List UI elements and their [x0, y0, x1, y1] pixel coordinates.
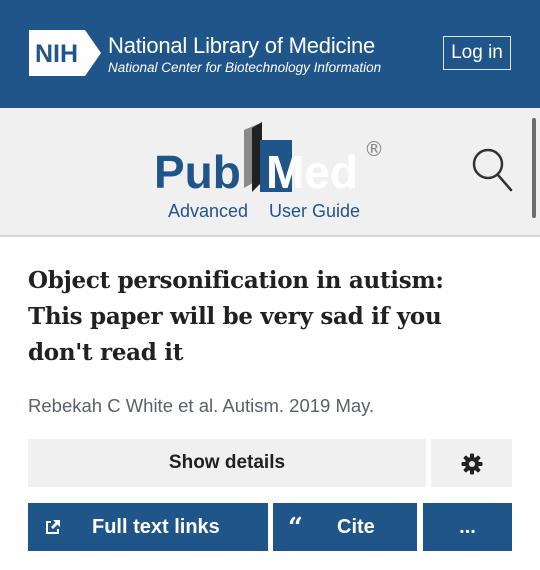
login-button[interactable]: Log in [443, 36, 511, 70]
more-options-button[interactable]: ... [423, 503, 512, 551]
show-details-button[interactable]: Show details [28, 439, 426, 487]
pubmed-logo[interactable]: Pub Med ® [152, 122, 392, 206]
full-text-links-label: Full text links [92, 516, 220, 538]
full-text-links-button[interactable]: Full text links [28, 503, 268, 551]
gear-icon [461, 453, 483, 475]
scrollbar[interactable] [532, 118, 536, 218]
advanced-link[interactable]: Advanced [168, 201, 248, 222]
nih-subtitle: National Center for Biotechnology Inform… [108, 60, 382, 75]
cite-button[interactable]: “ Cite [273, 503, 417, 551]
nih-title: National Library of Medicine [108, 33, 376, 58]
user-guide-link[interactable]: User Guide [269, 201, 360, 222]
article-title-line: This paper will be very sad if you [28, 303, 442, 330]
nih-logo-text: NIH [35, 40, 78, 68]
external-link-icon [46, 520, 60, 534]
article-title-line: Object personification in autism: [28, 267, 444, 294]
nih-header: NIH National Library of Medicine Nationa… [0, 0, 540, 108]
cite-label: Cite [337, 516, 375, 538]
article-title-line: don't read it [28, 339, 184, 366]
pubmed-search-band: Pub Med ® Advanced User Guide [0, 108, 540, 237]
search-icon[interactable] [470, 146, 514, 194]
registered-mark: ® [364, 137, 384, 161]
settings-button[interactable] [431, 439, 512, 487]
article-title: Object personification in autism: This p… [28, 263, 518, 371]
pubmed-logo-med: Med [266, 146, 358, 198]
quote-icon: “ [288, 513, 303, 543]
nih-logo[interactable]: NIH [29, 30, 101, 76]
article-citation-meta: Rebekah C White et al. Autism. 2019 May. [28, 395, 375, 416]
pubmed-logo-pub: Pub [154, 146, 241, 198]
